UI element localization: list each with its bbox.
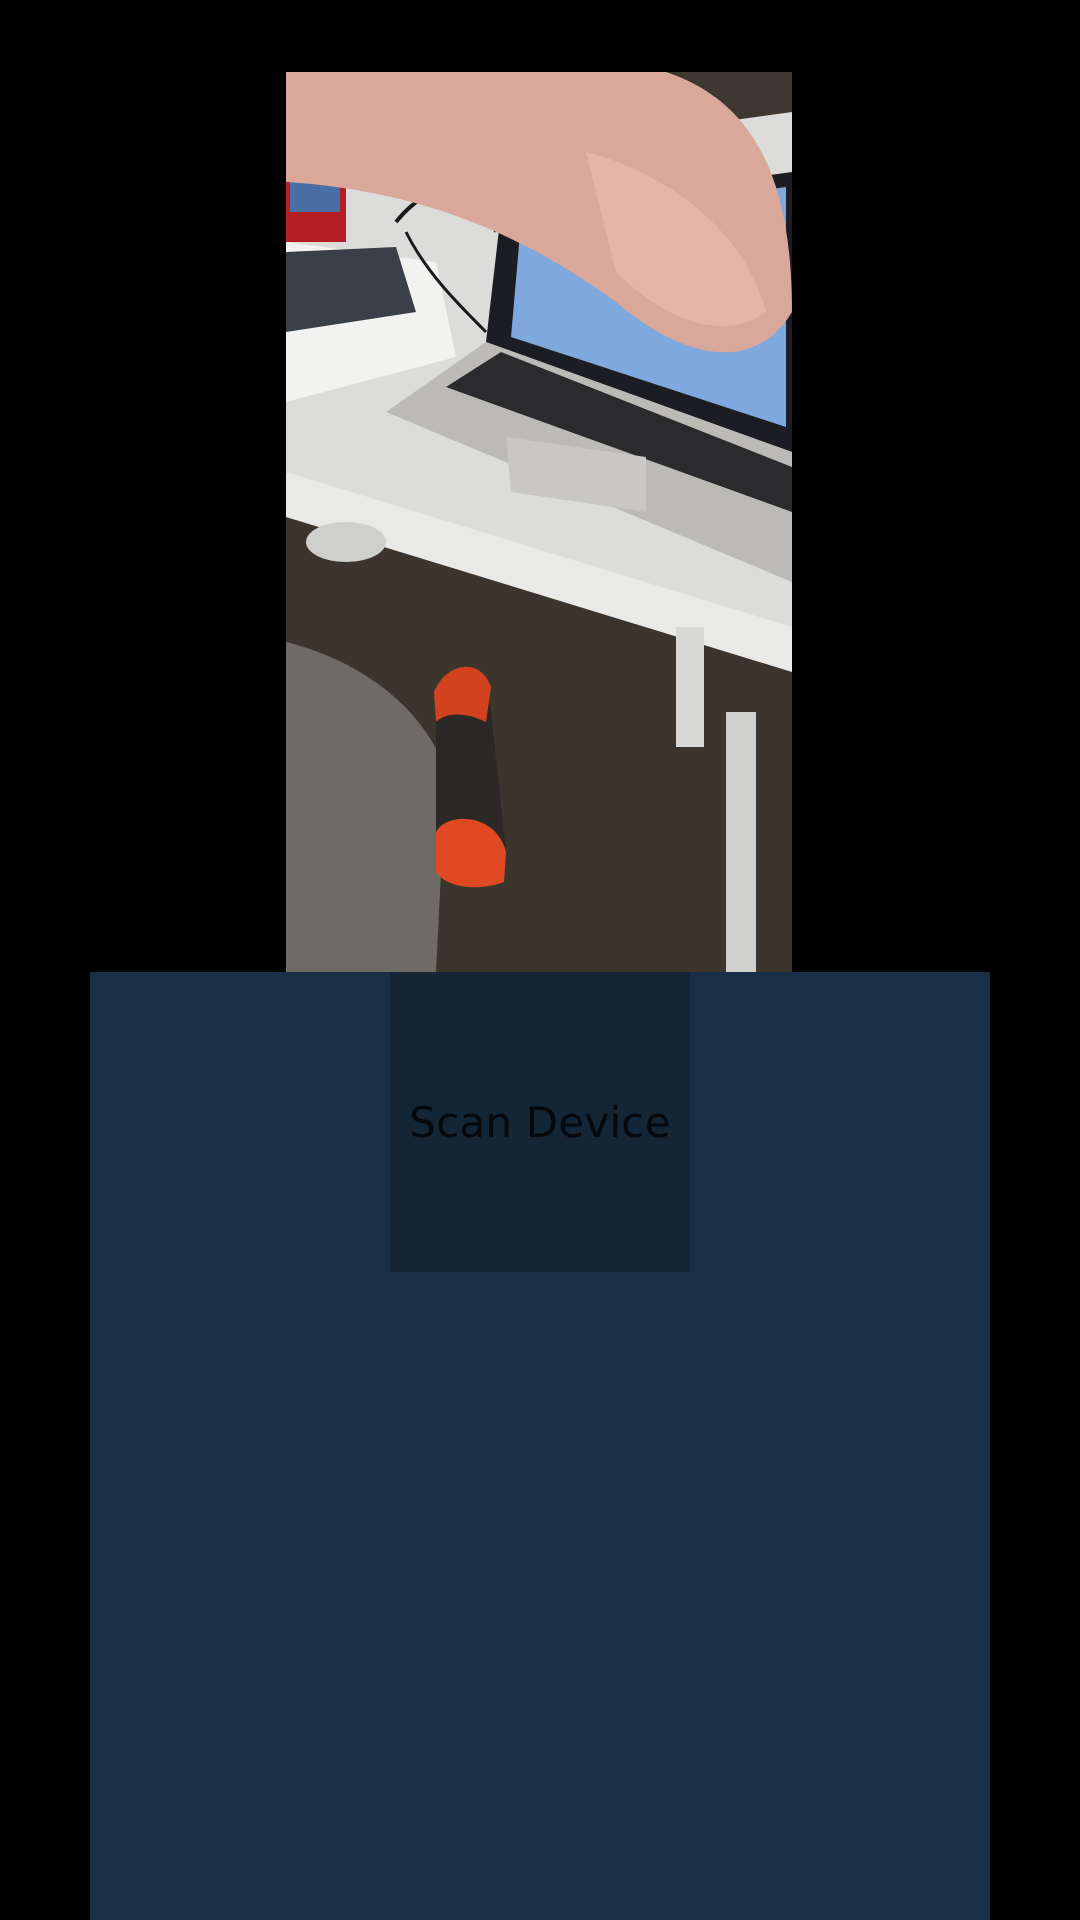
camera-preview: [286, 72, 792, 972]
scan-device-label: Scan Device: [409, 1097, 671, 1147]
bottom-panel: Scan Device: [90, 972, 990, 1920]
camera-feed-image: [286, 72, 792, 972]
app-screen: Scan Device: [0, 0, 1080, 1920]
scan-device-button[interactable]: Scan Device: [390, 972, 690, 1272]
